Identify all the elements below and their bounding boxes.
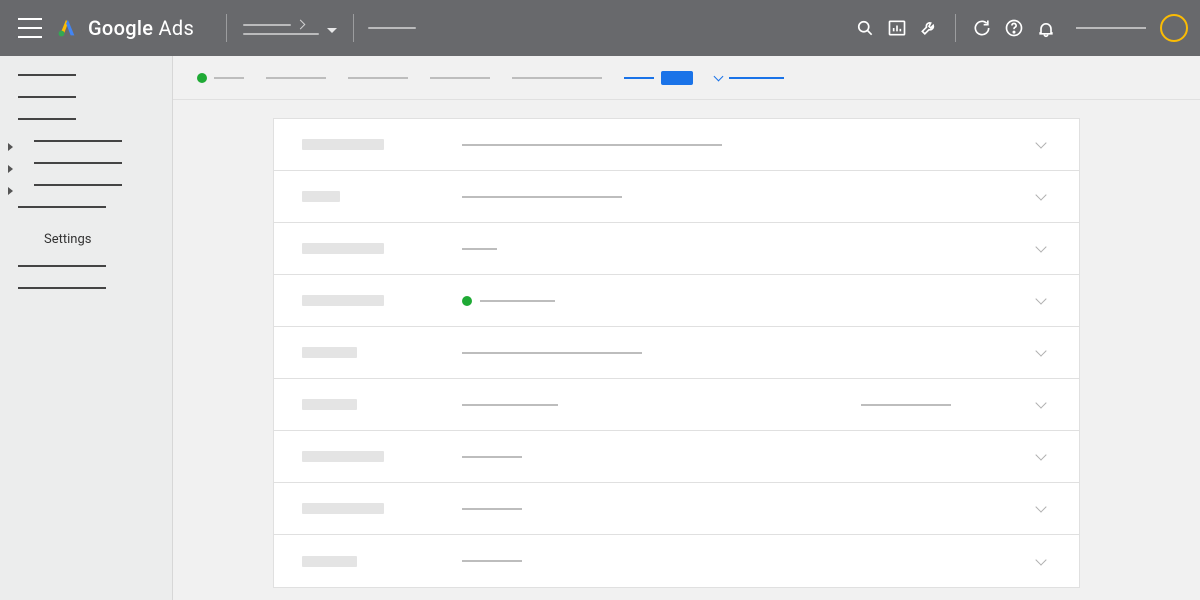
account-email-placeholder xyxy=(1076,27,1146,29)
sidebar-item[interactable] xyxy=(0,265,172,267)
settings-row[interactable] xyxy=(274,483,1079,535)
tools-icon[interactable] xyxy=(913,12,945,44)
nav-label-placeholder xyxy=(18,74,76,76)
sidebar-item[interactable] xyxy=(0,287,172,289)
dropdown-icon xyxy=(327,28,337,33)
sidebar-item-settings[interactable]: Settings xyxy=(0,228,172,247)
nav-label-placeholder xyxy=(34,140,122,142)
google-ads-logo[interactable]: Google Ads xyxy=(56,16,194,40)
sidebar-item[interactable] xyxy=(0,96,172,98)
sidebar-item[interactable] xyxy=(0,140,172,142)
settings-row[interactable] xyxy=(274,171,1079,223)
chevron-down-icon xyxy=(1035,501,1046,512)
breadcrumb-badge xyxy=(661,71,693,85)
logo-text: Google Ads xyxy=(88,16,194,40)
content-area xyxy=(173,56,1200,600)
campaign-selector[interactable] xyxy=(368,27,416,29)
help-icon[interactable] xyxy=(998,12,1030,44)
setting-value xyxy=(462,560,861,562)
sidebar-item[interactable] xyxy=(0,74,172,76)
chevron-down-icon xyxy=(1035,449,1046,460)
chevron-down-icon xyxy=(1035,137,1046,148)
sidebar-item[interactable] xyxy=(0,118,172,120)
sidebar-item[interactable] xyxy=(0,184,172,186)
nav-label-placeholder xyxy=(18,287,106,289)
setting-label-placeholder xyxy=(302,556,357,567)
chevron-down-icon xyxy=(1035,345,1046,356)
nav-label-placeholder xyxy=(18,265,106,267)
sidebar-item-label: Settings xyxy=(44,232,91,247)
menu-icon[interactable] xyxy=(18,18,42,38)
settings-row[interactable] xyxy=(274,535,1079,587)
setting-label-placeholder xyxy=(302,503,384,514)
settings-row[interactable] xyxy=(274,327,1079,379)
divider xyxy=(955,14,956,42)
chevron-down-icon xyxy=(1035,189,1046,200)
breadcrumb-item[interactable] xyxy=(348,77,408,79)
nav-label-placeholder xyxy=(18,206,106,208)
breadcrumb-bar xyxy=(173,56,1200,100)
setting-label-placeholder xyxy=(302,191,340,202)
avatar[interactable] xyxy=(1160,14,1188,42)
setting-value xyxy=(462,144,861,146)
setting-label-placeholder xyxy=(302,139,384,150)
settings-row[interactable] xyxy=(274,119,1079,171)
setting-value xyxy=(462,352,861,354)
settings-row[interactable] xyxy=(274,431,1079,483)
chevron-down-icon xyxy=(1035,241,1046,252)
refresh-icon[interactable] xyxy=(966,12,998,44)
setting-value xyxy=(462,248,861,250)
settings-row[interactable] xyxy=(274,275,1079,327)
setting-label-placeholder xyxy=(302,451,384,462)
status-dot-icon xyxy=(197,73,207,83)
nav-label-placeholder xyxy=(18,96,76,98)
breadcrumb-item[interactable] xyxy=(624,71,693,85)
nav-label-placeholder xyxy=(34,162,122,164)
breadcrumb-item[interactable] xyxy=(715,76,784,80)
search-icon[interactable] xyxy=(849,12,881,44)
settings-panel xyxy=(273,118,1080,588)
left-sidebar: Settings xyxy=(0,56,173,600)
breadcrumb-item[interactable] xyxy=(512,77,602,79)
status-dot-icon xyxy=(462,296,472,306)
setting-value xyxy=(462,196,861,198)
chevron-down-icon xyxy=(1035,293,1046,304)
setting-value xyxy=(462,508,861,510)
sidebar-item[interactable] xyxy=(0,162,172,164)
setting-label-placeholder xyxy=(302,295,384,306)
breadcrumb-item[interactable] xyxy=(430,77,490,79)
setting-value xyxy=(462,404,861,406)
setting-label-placeholder xyxy=(302,347,357,358)
nav-label-placeholder xyxy=(34,184,122,186)
caret-right-icon xyxy=(8,143,13,151)
chevron-down-icon xyxy=(714,71,724,81)
top-header: Google Ads xyxy=(0,0,1200,56)
setting-label-placeholder xyxy=(302,243,384,254)
setting-label-placeholder xyxy=(302,399,357,410)
sidebar-item[interactable] xyxy=(0,206,172,208)
nav-label-placeholder xyxy=(18,118,76,120)
notifications-icon[interactable] xyxy=(1030,12,1062,44)
breadcrumb-item[interactable] xyxy=(266,77,326,79)
reports-icon[interactable] xyxy=(881,12,913,44)
breadcrumb-item[interactable] xyxy=(197,73,244,83)
divider xyxy=(226,14,227,42)
settings-row[interactable] xyxy=(274,223,1079,275)
setting-value xyxy=(462,456,861,458)
chevron-down-icon xyxy=(1035,397,1046,408)
setting-value xyxy=(462,296,861,306)
account-selector[interactable] xyxy=(237,21,343,35)
chevron-down-icon xyxy=(1035,554,1046,565)
divider xyxy=(353,14,354,42)
caret-right-icon xyxy=(8,165,13,173)
settings-row[interactable] xyxy=(274,379,1079,431)
caret-right-icon xyxy=(8,187,13,195)
logo-icon xyxy=(56,17,78,39)
